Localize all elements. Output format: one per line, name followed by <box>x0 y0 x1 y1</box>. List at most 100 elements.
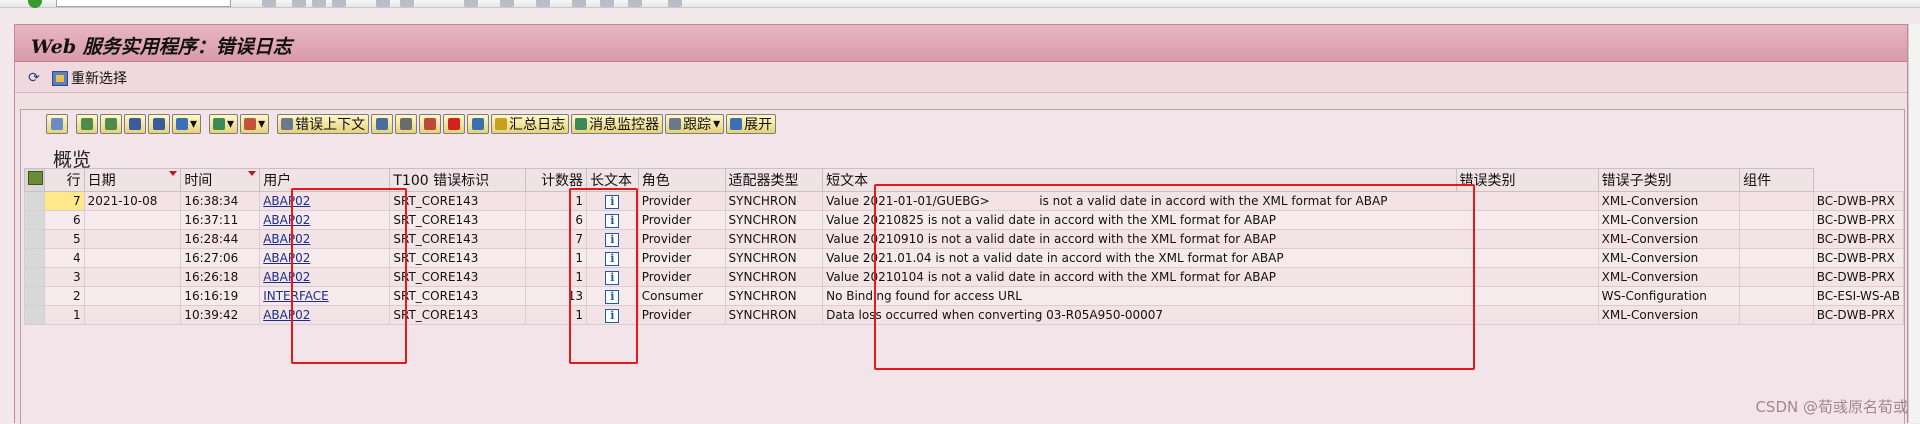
first-page-icon[interactable] <box>464 0 478 7</box>
refresh-icon[interactable]: ⟳ <box>26 70 42 86</box>
component-cell: BC-DWB-PRX <box>1812 191 1905 211</box>
find-next-button[interactable] <box>148 113 170 134</box>
sort-ascending-button[interactable] <box>76 113 98 134</box>
time-cell: 16:28:44 <box>180 229 261 249</box>
export-button[interactable]: ▾ <box>209 113 239 134</box>
expand-button[interactable]: 展开 <box>726 113 777 134</box>
user-link[interactable]: ABAP02 <box>259 305 391 325</box>
vertical-scrollbar[interactable] <box>1908 24 1920 423</box>
display-button[interactable] <box>395 113 418 134</box>
last-page-icon[interactable] <box>572 0 586 7</box>
error-context-button[interactable]: 错误上下文 <box>277 113 370 134</box>
info-icon[interactable]: i <box>605 194 620 209</box>
info-icon[interactable]: i <box>605 270 620 285</box>
delete-button[interactable] <box>371 113 394 134</box>
table-row[interactable]: 1 10:39:42 ABAP02 SRT_CORE143 1 i Provid… <box>24 305 1905 325</box>
user-link[interactable]: ABAP02 <box>259 191 391 211</box>
application-toolbar: ⟳ 重新选择 <box>15 63 1907 93</box>
find-icon[interactable] <box>400 0 414 7</box>
info-icon[interactable]: i <box>605 289 620 304</box>
payload-button[interactable] <box>419 113 442 134</box>
row-selector[interactable] <box>24 191 45 211</box>
info-icon[interactable]: i <box>605 213 620 228</box>
long-text-cell[interactable]: i <box>586 267 639 287</box>
help-icon[interactable] <box>628 0 642 7</box>
col-date[interactable]: 日期 <box>83 168 182 192</box>
reselect-button[interactable]: 重新选择 <box>52 69 127 87</box>
print-icon[interactable] <box>376 0 390 7</box>
back-icon[interactable] <box>292 0 306 7</box>
row-selector[interactable] <box>24 286 45 306</box>
long-text-cell[interactable]: i <box>586 248 639 268</box>
user-link[interactable]: INTERFACE <box>259 286 391 306</box>
new-session-icon[interactable] <box>600 0 614 7</box>
layout-icon[interactable] <box>668 0 682 7</box>
long-text-cell[interactable]: i <box>586 229 639 249</box>
col-t100-error-id[interactable]: T100 错误标识 <box>389 168 527 192</box>
layout-button[interactable]: ▾ <box>240 113 270 134</box>
message-monitor-button[interactable]: 消息监控器 <box>571 113 664 134</box>
info-icon[interactable]: i <box>605 232 620 247</box>
col-user[interactable]: 用户 <box>259 168 391 192</box>
col-adapter-type[interactable]: 适配器类型 <box>724 168 824 192</box>
col-role[interactable]: 角色 <box>637 168 726 192</box>
flag-button[interactable] <box>443 113 466 134</box>
row-selector[interactable] <box>24 229 45 249</box>
row-selector[interactable] <box>24 267 45 287</box>
summary-log-button[interactable]: 汇总日志 <box>491 113 570 134</box>
command-field[interactable] <box>56 0 231 7</box>
info-icon[interactable]: i <box>605 251 620 266</box>
long-text-cell[interactable]: i <box>586 210 639 230</box>
export-icon <box>213 117 226 130</box>
table-row[interactable]: 5 16:28:44 ABAP02 SRT_CORE143 7 i Provid… <box>24 229 1905 249</box>
short-text-cell: Value 2021.01.04 is not a valid date in … <box>822 248 1599 268</box>
user-link[interactable]: ABAP02 <box>259 229 391 249</box>
enter-icon[interactable] <box>28 0 42 8</box>
col-row[interactable]: 行 <box>43 168 85 192</box>
long-text-cell[interactable]: i <box>586 191 639 211</box>
next-page-icon[interactable] <box>536 0 550 7</box>
display-icon <box>400 117 413 130</box>
col-time[interactable]: 时间 <box>180 168 261 192</box>
table-row[interactable]: 6 16:37:11 ABAP02 SRT_CORE143 6 i Provid… <box>24 210 1905 230</box>
find-button[interactable] <box>124 113 146 134</box>
select-all-cell[interactable] <box>24 168 45 192</box>
trace-button[interactable]: 跟踪 ▾ <box>665 113 725 134</box>
t100-cell: SRT_CORE143 <box>389 286 527 306</box>
role-cell: Consumer <box>637 286 726 306</box>
counter-cell: 13 <box>525 286 588 306</box>
user-link[interactable]: ABAP02 <box>259 248 391 268</box>
cancel-icon[interactable] <box>332 0 346 7</box>
sort-descending-button[interactable] <box>100 113 122 134</box>
component-cell: BC-DWB-PRX <box>1812 210 1905 230</box>
row-selector[interactable] <box>24 210 45 230</box>
long-text-cell[interactable]: i <box>586 286 639 306</box>
monitor-button[interactable] <box>467 113 490 134</box>
monitor-icon <box>472 117 485 130</box>
col-component[interactable]: 组件 <box>1739 168 1814 192</box>
details-button[interactable] <box>46 113 68 134</box>
table-row[interactable]: 7 2021-10-08 16:38:34 ABAP02 SRT_CORE143… <box>24 191 1905 211</box>
sort-indicator-icon <box>169 171 178 176</box>
col-short-text[interactable]: 短文本 <box>822 168 1457 192</box>
user-link[interactable]: ABAP02 <box>259 210 391 230</box>
long-text-cell[interactable]: i <box>586 305 639 325</box>
col-error-category[interactable]: 错误类别 <box>1455 168 1599 192</box>
t100-cell: SRT_CORE143 <box>389 267 527 287</box>
table-row[interactable]: 3 16:26:18 ABAP02 SRT_CORE143 1 i Provid… <box>24 267 1905 287</box>
save-icon[interactable] <box>262 0 276 7</box>
user-link[interactable]: ABAP02 <box>259 267 391 287</box>
category-cell: WS-Configuration <box>1597 286 1741 306</box>
exit-icon[interactable] <box>312 0 326 7</box>
prev-page-icon[interactable] <box>500 0 514 7</box>
row-selector[interactable] <box>24 248 45 268</box>
col-long-text[interactable]: 长文本 <box>586 168 639 192</box>
table-row[interactable]: 2 16:16:19 INTERFACE SRT_CORE143 13 i Co… <box>24 286 1905 306</box>
table-row[interactable]: 4 16:27:06 ABAP02 SRT_CORE143 1 i Provid… <box>24 248 1905 268</box>
col-error-subcategory[interactable]: 错误子类别 <box>1597 168 1741 192</box>
filter-button[interactable]: ▾ <box>172 113 202 134</box>
info-icon[interactable]: i <box>605 308 620 323</box>
col-counter[interactable]: 计数器 <box>525 168 588 192</box>
row-selector[interactable] <box>24 305 45 325</box>
row-number: 1 <box>43 305 85 325</box>
